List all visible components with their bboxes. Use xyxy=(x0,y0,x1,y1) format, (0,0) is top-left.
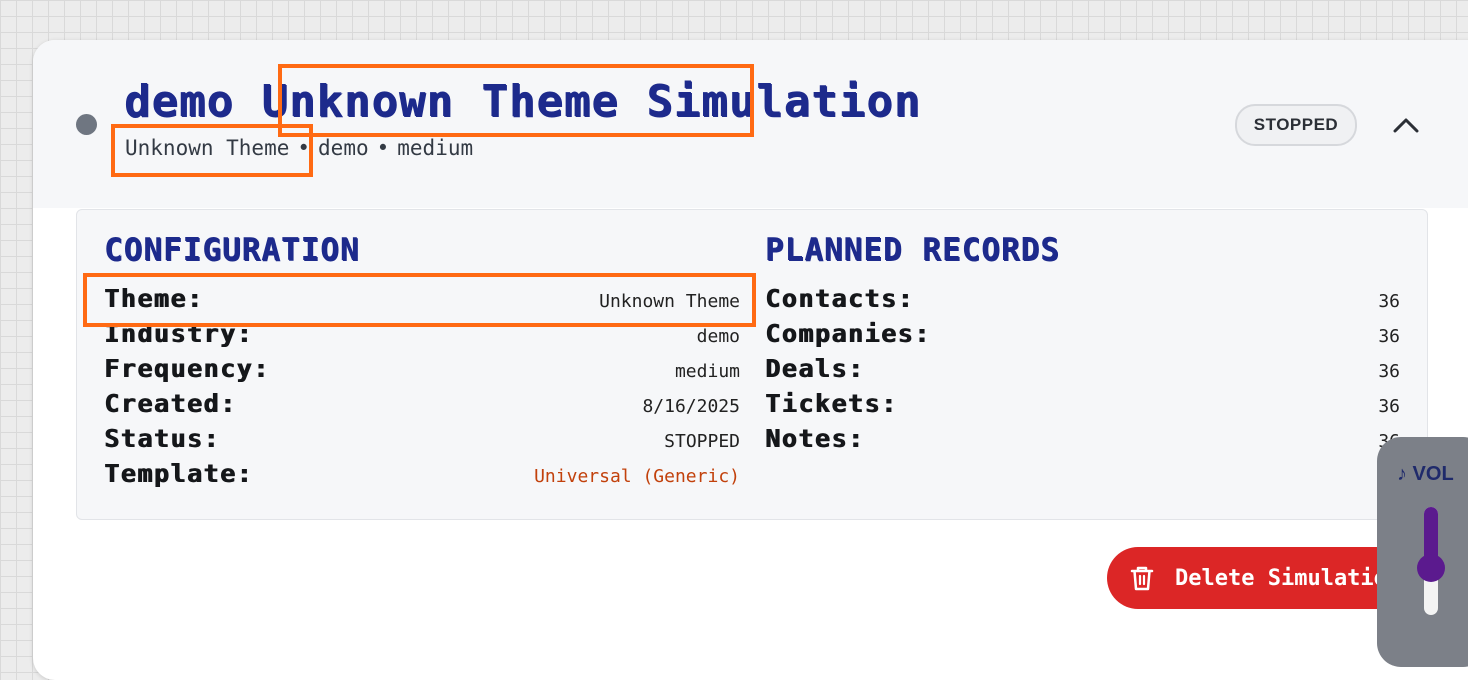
configuration-title: CONFIGURATION xyxy=(104,232,360,268)
records-row-deals: Deals: 36 xyxy=(765,354,1400,389)
planned-records-list: Contacts: 36 Companies: 36 Deals: 36 Tic… xyxy=(765,284,1400,459)
status-badge: STOPPED xyxy=(1235,104,1357,146)
config-row-created: Created: 8/16/2025 xyxy=(104,389,740,424)
records-value: 36 xyxy=(1378,361,1400,382)
planned-records-title: PLANNED RECORDS xyxy=(765,232,1060,268)
config-label: Template: xyxy=(104,459,253,488)
records-row-tickets: Tickets: 36 xyxy=(765,389,1400,424)
records-value: 36 xyxy=(1378,326,1400,347)
config-row-theme: Theme: Unknown Theme xyxy=(104,284,740,319)
subtitle-frequency: medium xyxy=(397,136,474,160)
config-row-status: Status: STOPPED xyxy=(104,424,740,459)
config-row-frequency: Frequency: medium xyxy=(104,354,740,389)
collapse-button[interactable] xyxy=(1388,110,1424,140)
details-panel: CONFIGURATION Theme: Unknown Theme Indus… xyxy=(76,209,1428,520)
config-label: Theme: xyxy=(104,284,204,313)
config-value: medium xyxy=(674,361,740,382)
config-value: 8/16/2025 xyxy=(642,396,740,417)
records-row-notes: Notes: 36 xyxy=(765,424,1400,459)
config-row-industry: Industry: demo xyxy=(104,319,740,354)
simulation-subtitle: Unknown Theme • demo • medium xyxy=(125,136,473,160)
config-row-template: Template: Universal (Generic) xyxy=(104,459,740,494)
records-label: Tickets: xyxy=(765,389,898,418)
template-value: Universal (Generic) xyxy=(534,466,740,487)
subtitle-separator: • xyxy=(297,136,311,160)
records-label: Deals: xyxy=(765,354,865,383)
records-label: Contacts: xyxy=(765,284,914,313)
subtitle-separator: • xyxy=(376,136,390,160)
volume-slider-thumb[interactable] xyxy=(1417,554,1445,582)
config-label: Created: xyxy=(104,389,237,418)
records-value: 36 xyxy=(1378,291,1400,312)
config-label: Industry: xyxy=(104,319,253,348)
records-label: Companies: xyxy=(765,319,931,348)
chevron-up-icon xyxy=(1393,118,1419,133)
records-value: 36 xyxy=(1378,396,1400,417)
config-value: demo xyxy=(696,326,740,347)
configuration-list: Theme: Unknown Theme Industry: demo Freq… xyxy=(104,284,740,494)
config-value: STOPPED xyxy=(664,431,740,452)
records-label: Notes: xyxy=(765,424,865,453)
trash-icon xyxy=(1129,564,1155,592)
volume-label: ♪ VOL xyxy=(1397,463,1454,485)
config-label: Status: xyxy=(104,424,220,453)
subtitle-industry: demo xyxy=(318,136,369,160)
config-value: Unknown Theme xyxy=(599,291,740,312)
simulation-title: demo Unknown Theme Simulation xyxy=(124,76,922,127)
card-header[interactable]: demo Unknown Theme Simulation Unknown Th… xyxy=(33,40,1468,208)
status-dot-icon xyxy=(76,114,97,135)
config-label: Frequency: xyxy=(104,354,270,383)
delete-button-label: Delete Simulation xyxy=(1175,565,1401,591)
records-row-companies: Companies: 36 xyxy=(765,319,1400,354)
records-row-contacts: Contacts: 36 xyxy=(765,284,1400,319)
subtitle-theme: Unknown Theme xyxy=(125,136,290,160)
volume-widget: ♪ VOL xyxy=(1377,437,1468,667)
